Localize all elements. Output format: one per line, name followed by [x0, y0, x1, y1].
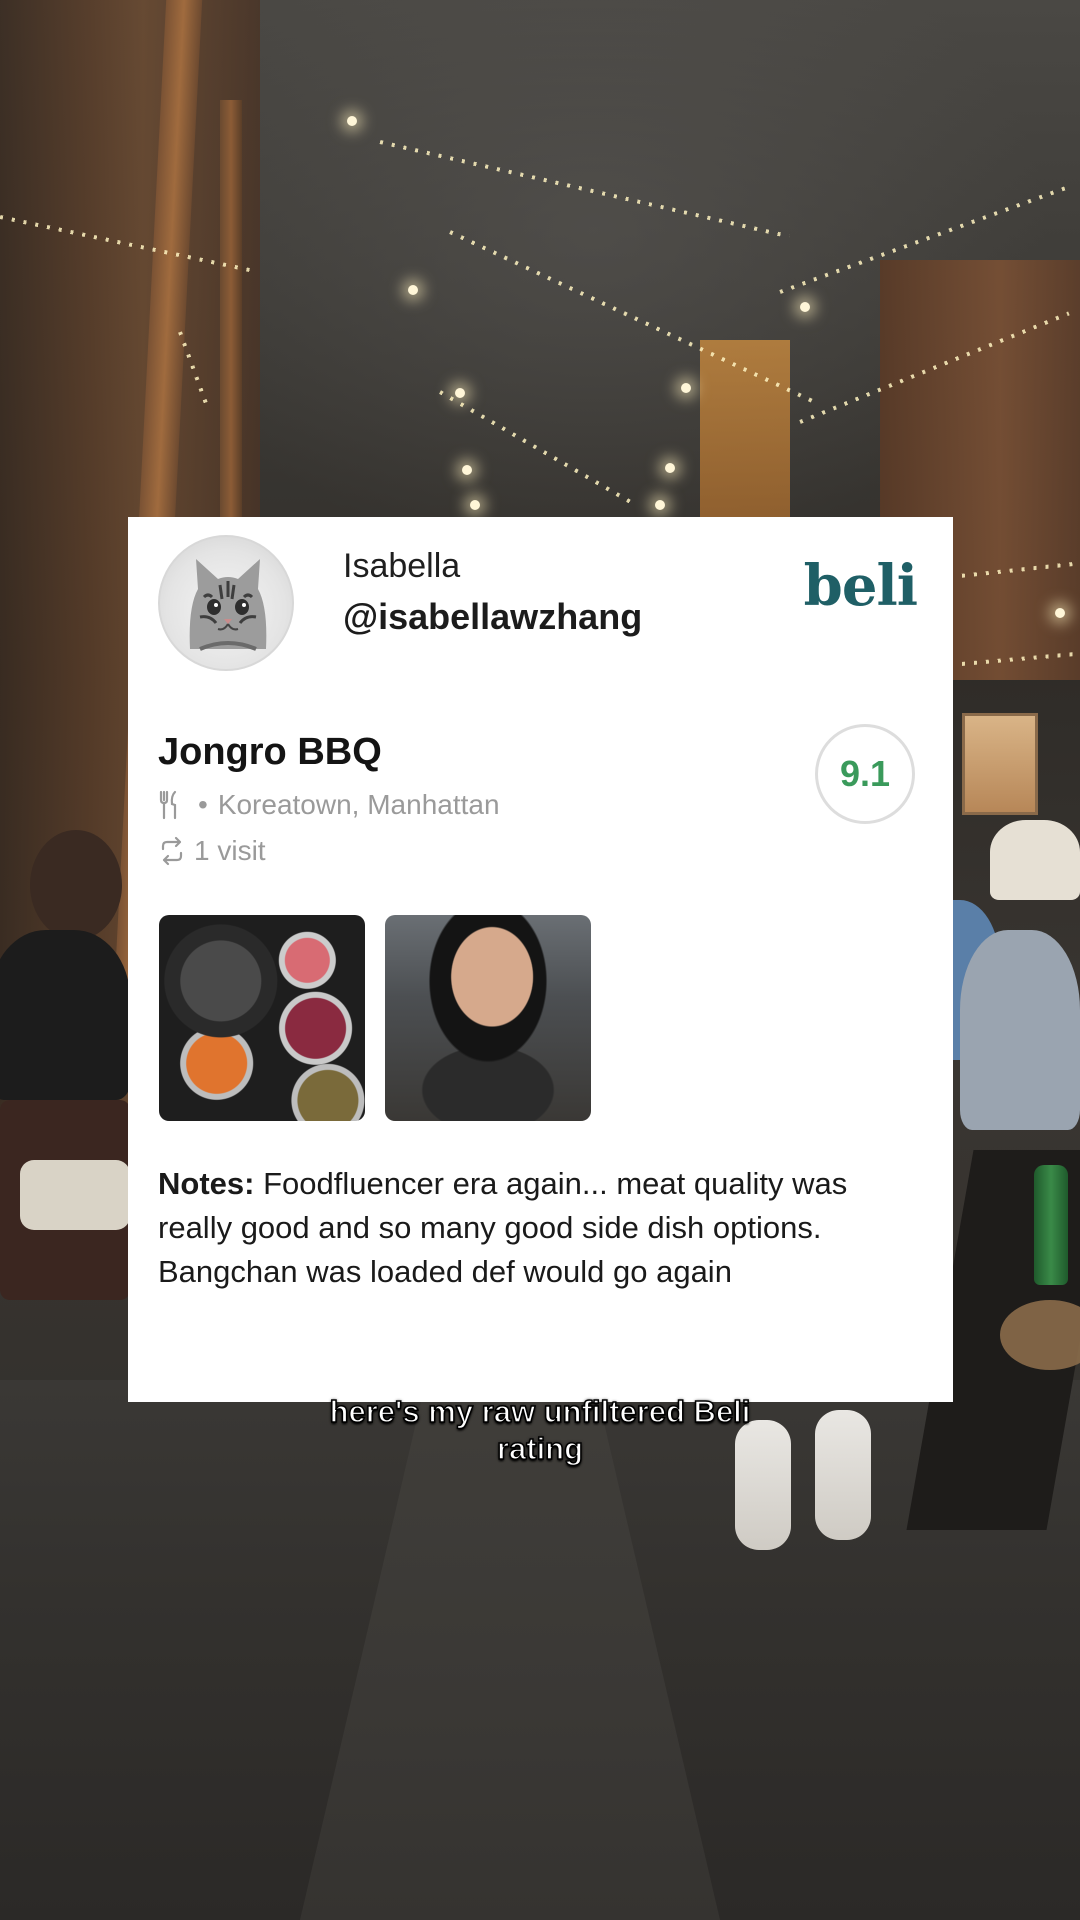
- visit-count: 1 visit: [194, 835, 266, 866]
- separator-dot: •: [198, 789, 208, 820]
- fork-knife-icon: [158, 790, 180, 820]
- notes-label: Notes:: [158, 1166, 255, 1201]
- cat-avatar-icon: [189, 559, 267, 651]
- caption-line-1: here's my raw unfiltered Beli: [329, 1393, 751, 1430]
- visit-count-row: 1 visit: [158, 835, 266, 867]
- restaurant-name[interactable]: Jongro BBQ: [158, 731, 382, 774]
- user-handle[interactable]: @isabellawzhang: [343, 596, 642, 638]
- caption-line-2: rating: [496, 1430, 584, 1467]
- notes-text: Foodfluencer era again... meat quality w…: [158, 1166, 848, 1289]
- beli-logo: beli: [803, 553, 918, 619]
- kbbq-grill-table-photo[interactable]: [159, 915, 365, 1121]
- user-display-name[interactable]: Isabella: [343, 547, 460, 586]
- avatar[interactable]: [158, 535, 294, 671]
- restaurant-location: Koreatown, Manhattan: [217, 789, 500, 820]
- review-notes: Notes: Foodfluencer era again... meat qu…: [158, 1162, 928, 1294]
- beli-rating-card: Isabella @isabellawzhang beli Jongro BBQ…: [128, 517, 953, 1402]
- rating-score-badge: 9.1: [815, 724, 915, 824]
- restaurant-location-row: • Koreatown, Manhattan: [158, 789, 500, 821]
- diner-eating-photo[interactable]: [385, 915, 591, 1121]
- repeat-icon: [158, 836, 186, 866]
- video-caption: here's my raw unfiltered Beli rating: [240, 1393, 840, 1467]
